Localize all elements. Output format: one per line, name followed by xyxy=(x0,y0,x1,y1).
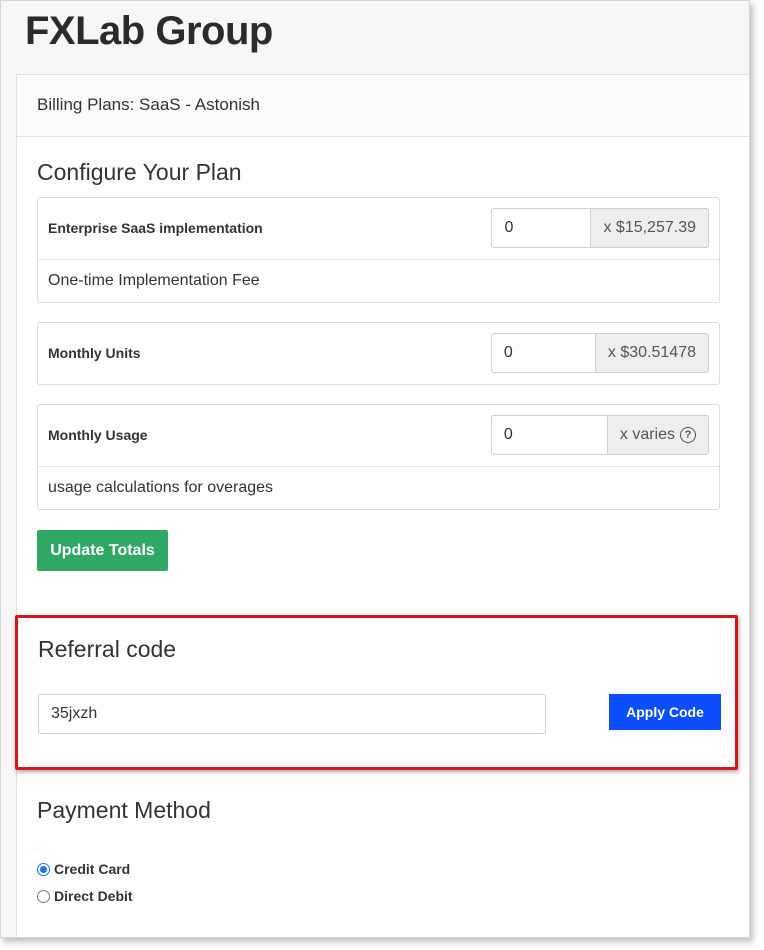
configure-title: Configure Your Plan xyxy=(37,159,242,185)
quantity-group: x varies ? xyxy=(490,415,709,455)
panel-header: Billing Plans: SaaS - Astonish xyxy=(17,75,749,137)
item-row: Monthly Units x $30.51478 xyxy=(38,323,719,384)
price-addon-text: x varies xyxy=(619,426,675,443)
plan-item-implementation: Enterprise SaaS implementation x $15,257… xyxy=(37,197,720,303)
quantity-input[interactable] xyxy=(490,415,608,455)
quantity-input[interactable] xyxy=(490,333,596,373)
apply-code-button[interactable]: Apply Code xyxy=(609,694,721,730)
question-circle-icon[interactable]: ? xyxy=(680,427,696,443)
quantity-group: x $15,257.39 xyxy=(491,208,709,248)
payment-title: Payment Method xyxy=(37,797,211,823)
item-label: Enterprise SaaS implementation xyxy=(48,220,263,236)
price-addon: x $15,257.39 xyxy=(591,208,709,248)
update-totals-button[interactable]: Update Totals xyxy=(37,530,168,571)
quantity-group: x $30.51478 xyxy=(490,333,709,373)
referral-highlight-box: Referral code Apply Code xyxy=(15,615,738,770)
item-row: Enterprise SaaS implementation x $15,257… xyxy=(38,198,719,259)
billing-panel: Billing Plans: SaaS - Astonish Configure… xyxy=(16,74,749,937)
screenshot-frame: FXLab Group Billing Plans: SaaS - Astoni… xyxy=(0,0,750,938)
radio-button[interactable] xyxy=(37,889,50,903)
item-row: Monthly Usage x varies ? xyxy=(38,405,719,466)
price-addon: x varies ? xyxy=(607,415,709,455)
item-description: One-time Implementation Fee xyxy=(38,259,719,302)
referral-title: Referral code xyxy=(38,636,177,662)
payment-option-credit-card[interactable]: Credit Card xyxy=(37,861,130,877)
brand-title: FXLab Group xyxy=(25,9,273,53)
plan-item-monthly-usage: Monthly Usage x varies ? usage calculati… xyxy=(37,404,720,510)
price-addon: x $30.51478 xyxy=(595,333,709,373)
payment-option-direct-debit[interactable]: Direct Debit xyxy=(37,888,133,904)
item-label: Monthly Units xyxy=(48,345,141,361)
item-description: usage calculations for overages xyxy=(38,466,719,509)
quantity-input[interactable] xyxy=(491,208,592,248)
payment-option-label: Direct Debit xyxy=(54,888,133,904)
radio-button-checked[interactable] xyxy=(37,862,50,876)
item-label: Monthly Usage xyxy=(48,427,148,443)
payment-option-label: Credit Card xyxy=(54,861,131,877)
plan-item-monthly-units: Monthly Units x $30.51478 xyxy=(37,322,720,385)
referral-code-input[interactable] xyxy=(38,694,546,734)
